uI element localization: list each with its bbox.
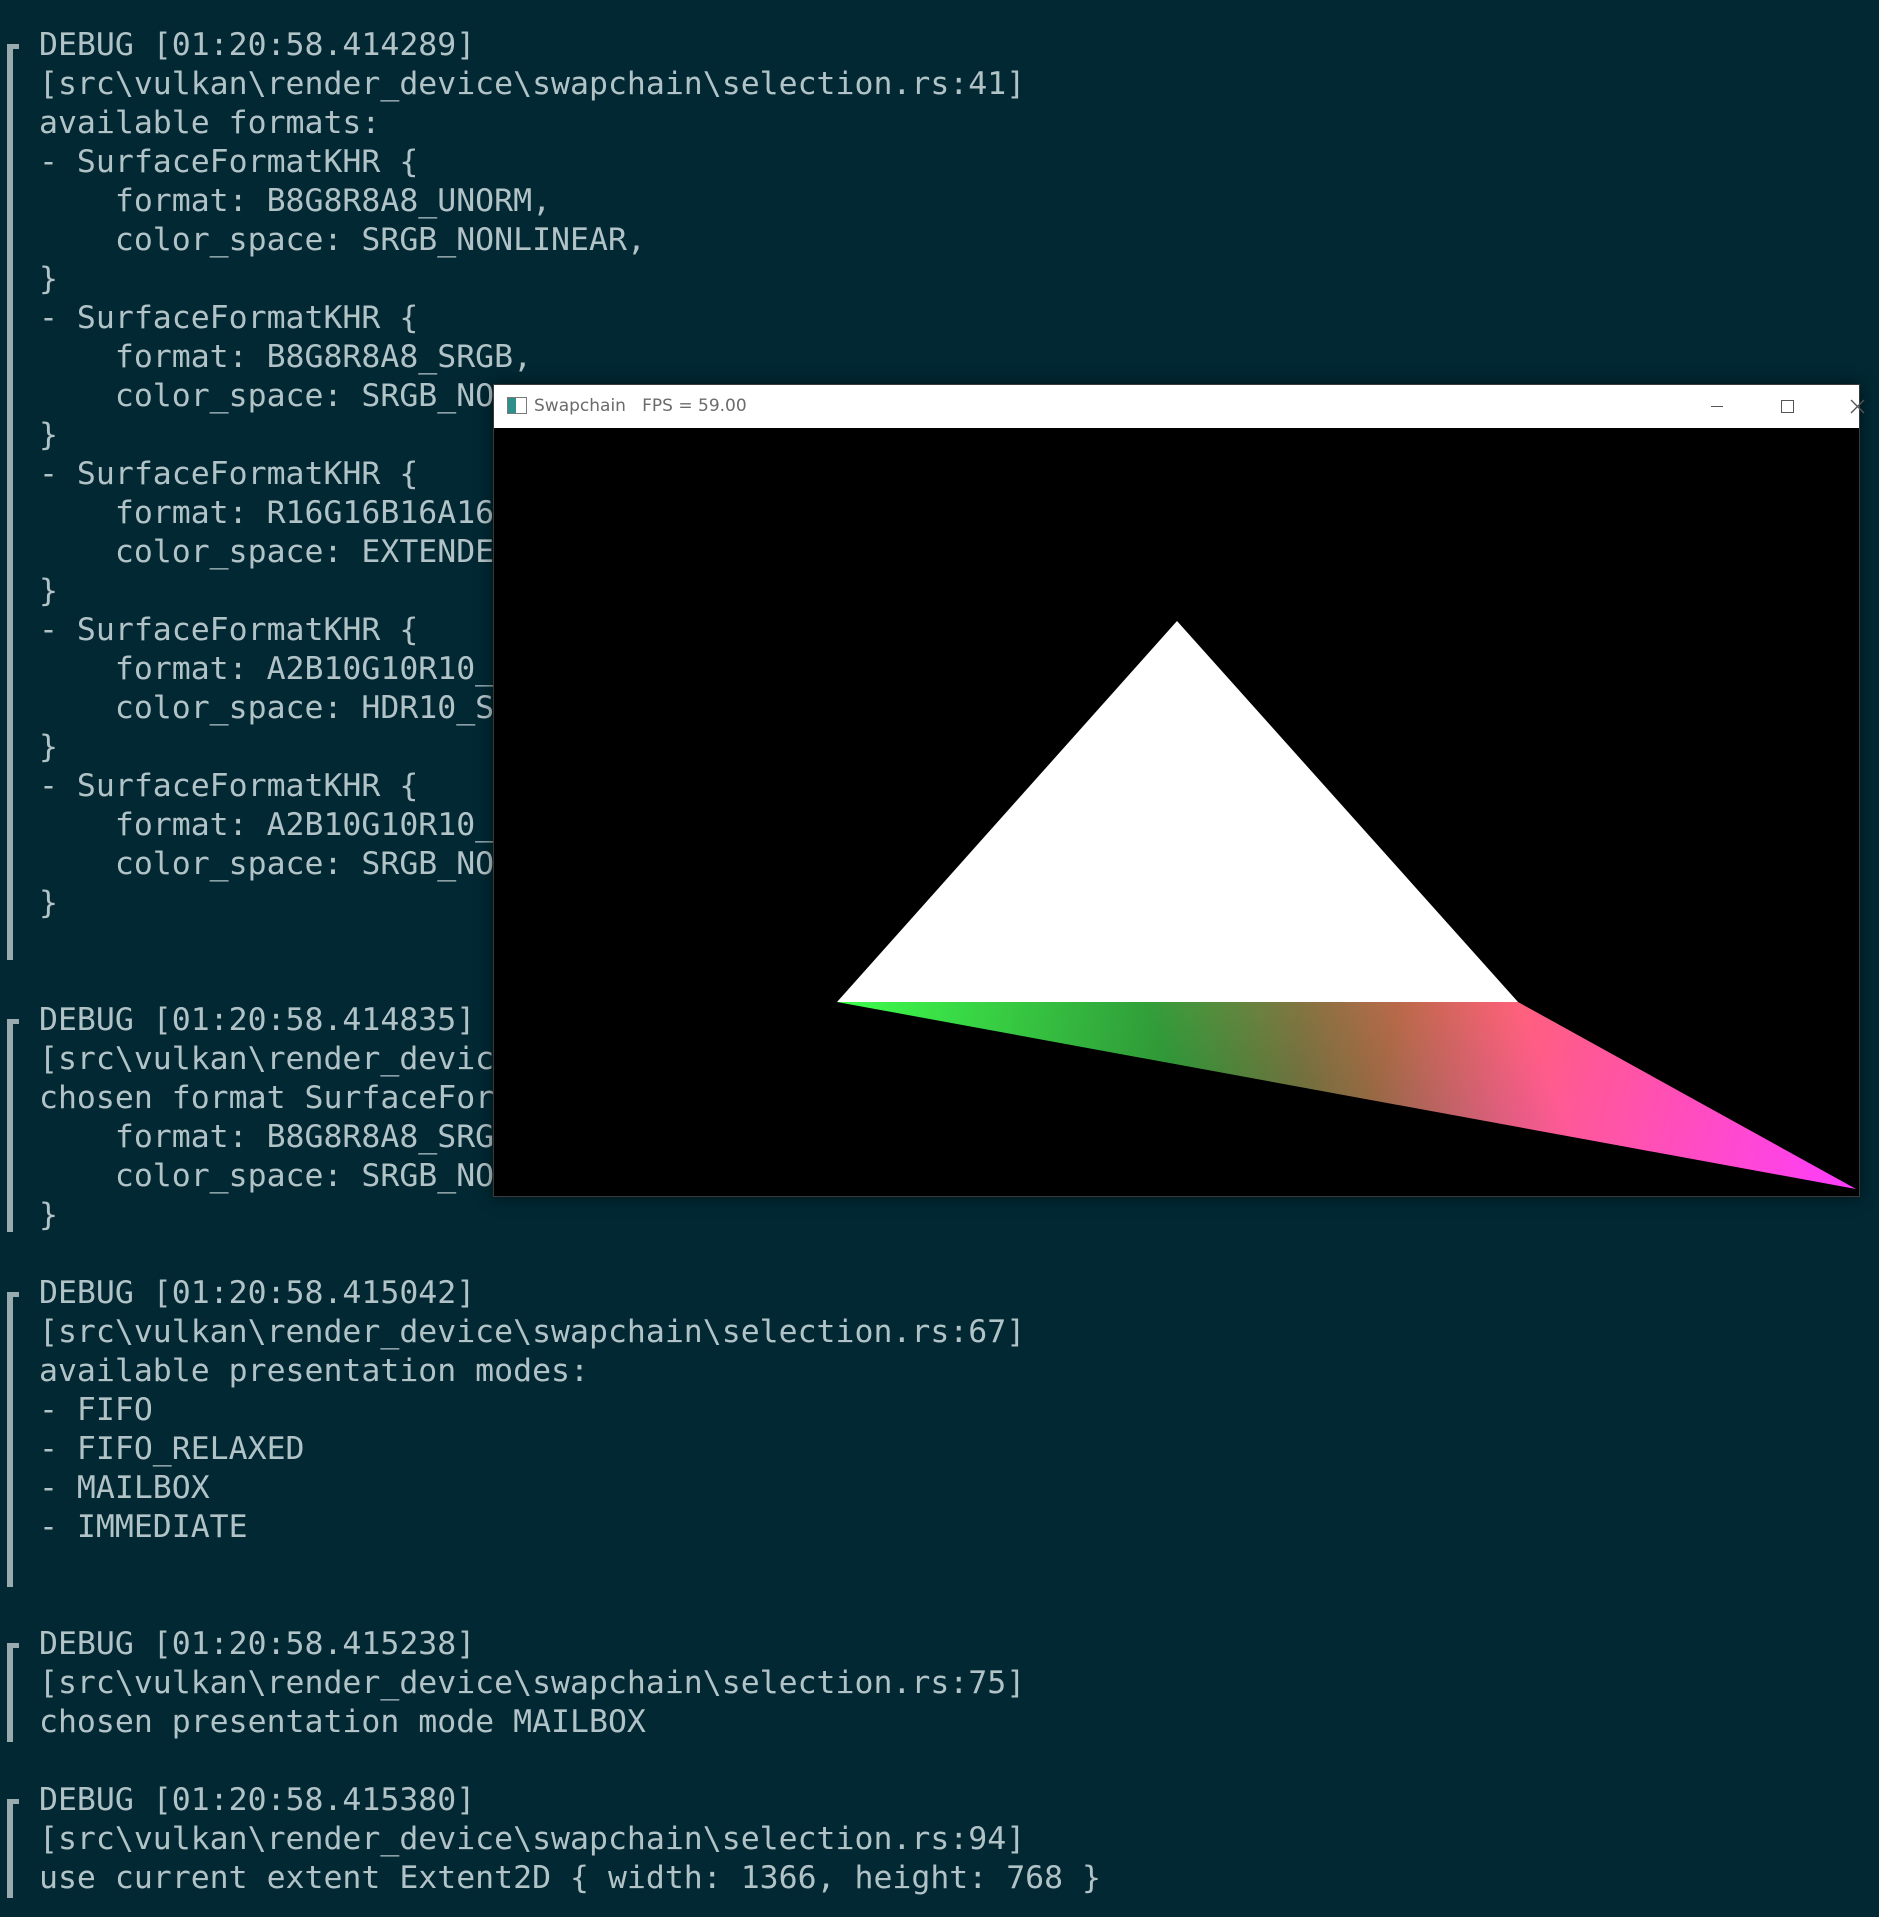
terminal-line: color_space: SRGB_NO xyxy=(39,1158,495,1194)
terminal-line: format: A2B10G10R10_ xyxy=(39,807,495,843)
terminal-line: [src\vulkan\render_devic xyxy=(39,1041,495,1077)
terminal-line: } xyxy=(39,261,58,297)
terminal-line: format: B8G8R8A8_SRG xyxy=(39,1119,495,1155)
terminal-line: available presentation modes: xyxy=(39,1353,589,1389)
rainbow-triangle xyxy=(837,1002,1856,1189)
log-block-bar xyxy=(7,1019,13,1232)
white-triangle xyxy=(837,621,1518,1002)
terminal-line: DEBUG [01:20:58.415042] xyxy=(39,1275,476,1311)
terminal-line: color_space: EXTENDE xyxy=(39,534,495,570)
log-block-bar xyxy=(7,44,13,960)
terminal-line: color_space: SRGB_NO xyxy=(39,846,495,882)
terminal-line: - MAILBOX xyxy=(39,1470,210,1506)
terminal-line: [src\vulkan\render_device\swapchain\sele… xyxy=(39,66,1026,102)
minimize-icon xyxy=(1711,406,1723,407)
terminal-line: - SurfaceFormatKHR { xyxy=(39,456,419,492)
terminal-line: chosen format SurfaceFor xyxy=(39,1080,495,1116)
swapchain-window[interactable]: Swapchain FPS = 59.00 xyxy=(493,384,1865,1197)
terminal-line: } xyxy=(39,729,58,765)
close-button[interactable] xyxy=(1822,385,1879,428)
terminal-line: } xyxy=(39,573,58,609)
terminal-line: } xyxy=(39,885,58,921)
terminal-line: - SurfaceFormatKHR { xyxy=(39,612,419,648)
terminal-line: format: B8G8R8A8_UNORM, xyxy=(39,183,552,219)
terminal-line: chosen presentation mode MAILBOX xyxy=(39,1704,646,1740)
terminal-line: } xyxy=(39,1197,58,1233)
terminal-line: - FIFO_RELAXED xyxy=(39,1431,305,1467)
close-icon xyxy=(1850,399,1865,414)
terminal-line: - FIFO xyxy=(39,1392,153,1428)
terminal-line: color_space: HDR10_S xyxy=(39,690,495,726)
terminal-line: color_space: SRGB_NONLINEAR, xyxy=(39,222,646,258)
render-canvas xyxy=(494,428,1859,1196)
maximize-button[interactable] xyxy=(1752,385,1822,428)
terminal-line: [src\vulkan\render_device\swapchain\sele… xyxy=(39,1314,1026,1350)
terminal-line: format: A2B10G10R10_ xyxy=(39,651,495,687)
terminal-line: DEBUG [01:20:58.415380] xyxy=(39,1782,476,1818)
log-block-bar xyxy=(7,1292,13,1587)
terminal-line: - IMMEDIATE xyxy=(39,1509,248,1545)
window-title: Swapchain FPS = 59.00 xyxy=(534,396,747,416)
terminal-line: DEBUG [01:20:58.414289] xyxy=(39,27,476,63)
terminal-line: color_space: SRGB_NO xyxy=(39,378,495,414)
minimize-button[interactable] xyxy=(1682,385,1752,428)
terminal-line: available formats: xyxy=(39,105,381,141)
maximize-icon xyxy=(1781,400,1794,413)
terminal-line: } xyxy=(39,417,58,453)
log-block-bar xyxy=(7,1643,13,1742)
app-window-icon xyxy=(507,397,527,414)
terminal-line: [src\vulkan\render_device\swapchain\sele… xyxy=(39,1665,1026,1701)
terminal-line: - SurfaceFormatKHR { xyxy=(39,144,419,180)
terminal-line: - SurfaceFormatKHR { xyxy=(39,300,419,336)
window-titlebar[interactable]: Swapchain FPS = 59.00 xyxy=(494,385,1865,428)
terminal-line: - SurfaceFormatKHR { xyxy=(39,768,419,804)
terminal-line: format: B8G8R8A8_SRGB, xyxy=(39,339,533,375)
terminal-line: DEBUG [01:20:58.414835] xyxy=(39,1002,476,1038)
terminal-line: format: R16G16B16A16 xyxy=(39,495,495,531)
log-block-bar xyxy=(7,1799,13,1898)
terminal-line: DEBUG [01:20:58.415238] xyxy=(39,1626,476,1662)
terminal-line: [src\vulkan\render_device\swapchain\sele… xyxy=(39,1821,1026,1857)
render-scene xyxy=(837,621,1856,1189)
terminal-line: use current extent Extent2D { width: 136… xyxy=(39,1860,1102,1896)
